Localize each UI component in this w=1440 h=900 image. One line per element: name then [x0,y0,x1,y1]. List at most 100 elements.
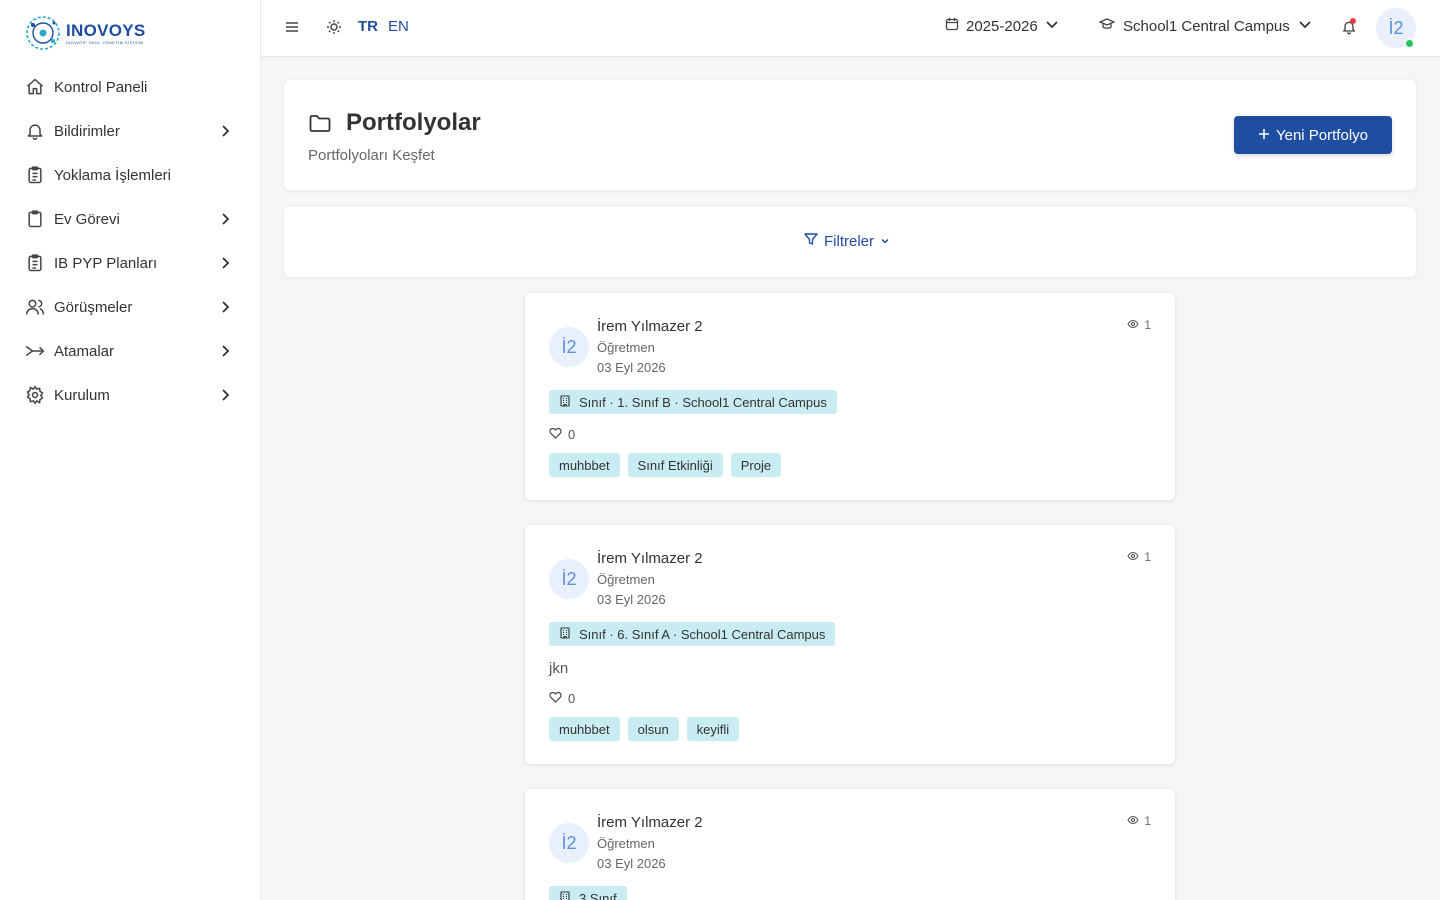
logo-wordmark: INOVOYS [66,20,146,40]
sidebar-item-gorusmeler[interactable]: Görüşmeler [0,285,260,329]
eye-icon [1127,318,1139,332]
academic-year-value: 2025-2026 [966,17,1038,35]
author-avatar: İ2 [549,823,589,863]
sun-icon[interactable] [326,19,342,35]
chevron-down-icon [1298,17,1312,35]
merge-arrow-icon [25,341,45,361]
online-status-dot [1405,39,1414,48]
lang-tr-toggle[interactable]: TR [358,18,378,35]
sidebar-item-yoklama-islemleri[interactable]: Yoklama İşlemleri [0,153,260,197]
building-icon [559,890,571,900]
sidebar-item-label: Ev Görevi [54,210,120,228]
page-subtitle: Portfolyoları Keşfet [308,147,435,164]
sidebar-item-ev-gorevi[interactable]: Ev Görevi [0,197,260,241]
tag[interactable]: olsun [627,717,679,741]
view-count-value: 1 [1144,550,1151,564]
sidebar-item-label: IB PYP Planları [54,254,158,272]
filter-icon [804,232,818,250]
author-name[interactable]: İrem Yılmazer 2 [597,814,703,831]
new-portfolio-label: Yeni Portfolyo [1275,126,1368,144]
topbar: TR EN 2025-2026 School1 Central Campus İ… [261,0,1440,57]
author-role: Öğretmen [597,836,655,851]
filters-toggle[interactable]: Filtreler [804,232,890,250]
heart-icon [549,427,562,442]
author-avatar: İ2 [549,327,589,367]
logo-mark-icon [26,16,60,50]
class-badge-label: 3.Sınıf [579,890,617,900]
author-name[interactable]: İrem Yılmazer 2 [597,550,703,567]
lang-en-toggle[interactable]: EN [388,18,409,35]
tag[interactable]: keyifli [686,717,740,741]
chevron-down-icon [880,233,890,250]
author-role: Öğretmen [597,340,655,355]
hamburger-menu-icon[interactable] [283,18,301,36]
class-badge-label: Sınıf · 1. Sınıf B · School1 Central Cam… [579,394,827,410]
sidebar-nav: Kontrol Paneli Bildirimler Yoklama İşlem… [0,65,260,417]
tag[interactable]: muhbbet [549,453,620,477]
view-count-value: 1 [1144,814,1151,828]
eye-icon [1127,550,1139,564]
chevron-right-icon [218,256,232,270]
class-badge: Sınıf · 6. Sınıf A · School1 Central Cam… [549,622,836,646]
portfolio-description: jkn [549,660,569,677]
new-portfolio-button[interactable]: Yeni Portfolyo [1234,116,1392,154]
tag[interactable]: muhbbet [549,717,620,741]
chevron-down-icon [1045,17,1059,35]
academic-year-select[interactable]: 2025-2026 [945,17,1059,35]
chevron-right-icon [218,300,232,314]
view-count-value: 1 [1144,318,1151,332]
users-icon [25,297,45,317]
author-avatar: İ2 [549,559,589,599]
filters-label: Filtreler [824,232,875,250]
portfolio-card[interactable]: İ2 İrem Yılmazer 2 Öğretmen 03 Eyl 2026 … [525,293,1175,500]
chevron-right-icon [218,212,232,226]
sidebar-item-bildirimler[interactable]: Bildirimler [0,109,260,153]
folder-icon [308,111,332,135]
tag[interactable]: Sınıf Etkinliği [627,453,723,477]
campus-value: School1 Central Campus [1123,17,1290,35]
sidebar-item-label: Bildirimler [54,122,120,140]
like-count: 0 [568,427,576,442]
sidebar: INOVOYS İNOVATİF OKUL YÖNETİM SİSTEMİ Ko… [0,0,261,900]
campus-select[interactable]: School1 Central Campus [1098,17,1312,35]
sidebar-item-ib-pyp-planlari[interactable]: IB PYP Planları [0,241,260,285]
heart-icon [549,691,562,706]
author-name[interactable]: İrem Yılmazer 2 [597,318,703,335]
logo[interactable]: INOVOYS İNOVATİF OKUL YÖNETİM SİSTEMİ [24,14,146,52]
sidebar-item-kontrol-paneli[interactable]: Kontrol Paneli [0,65,260,109]
sidebar-item-label: Kontrol Paneli [54,78,148,96]
post-date: 03 Eyl 2026 [597,592,666,607]
sidebar-item-kurulum[interactable]: Kurulum [0,373,260,417]
tag-list: muhbbet olsun keyifli [549,717,740,741]
portfolio-card[interactable]: İ2 İrem Yılmazer 2 Öğretmen 03 Eyl 2026 … [525,789,1175,900]
notification-dot [1350,18,1356,24]
sidebar-item-atamalar[interactable]: Atamalar [0,329,260,373]
class-badge-label: Sınıf · 6. Sınıf A · School1 Central Cam… [579,626,826,642]
building-icon [559,626,571,642]
page-title: Portfolyolar [346,109,481,136]
graduation-cap-icon [1098,17,1116,35]
tag[interactable]: Proje [730,453,782,477]
like-button[interactable]: 0 [549,691,575,706]
class-badge: 3.Sınıf [549,886,627,900]
chevron-right-icon [218,124,232,138]
calendar-icon [945,17,959,35]
view-count: 1 [1127,550,1151,564]
home-icon [25,77,45,97]
view-count: 1 [1127,318,1151,332]
sidebar-item-label: Görüşmeler [54,298,133,316]
gear-icon [25,385,45,405]
clipboard-list-icon [25,165,45,185]
page-header-card: Portfolyolar Portfolyoları Keşfet Yeni P… [284,80,1416,190]
author-role: Öğretmen [597,572,655,587]
clipboard-icon [25,209,45,229]
logo-tagline: İNOVATİF OKUL YÖNETİM SİSTEMİ [66,39,144,45]
like-count: 0 [568,691,576,706]
sidebar-item-label: Yoklama İşlemleri [54,166,171,184]
filters-card: Filtreler [284,207,1416,277]
view-count: 1 [1127,814,1151,828]
like-button[interactable]: 0 [549,427,575,442]
plus-icon [1258,127,1270,144]
portfolio-card[interactable]: İ2 İrem Yılmazer 2 Öğretmen 03 Eyl 2026 … [525,525,1175,764]
tag-list: muhbbet Sınıf Etkinliği Proje [549,453,782,477]
